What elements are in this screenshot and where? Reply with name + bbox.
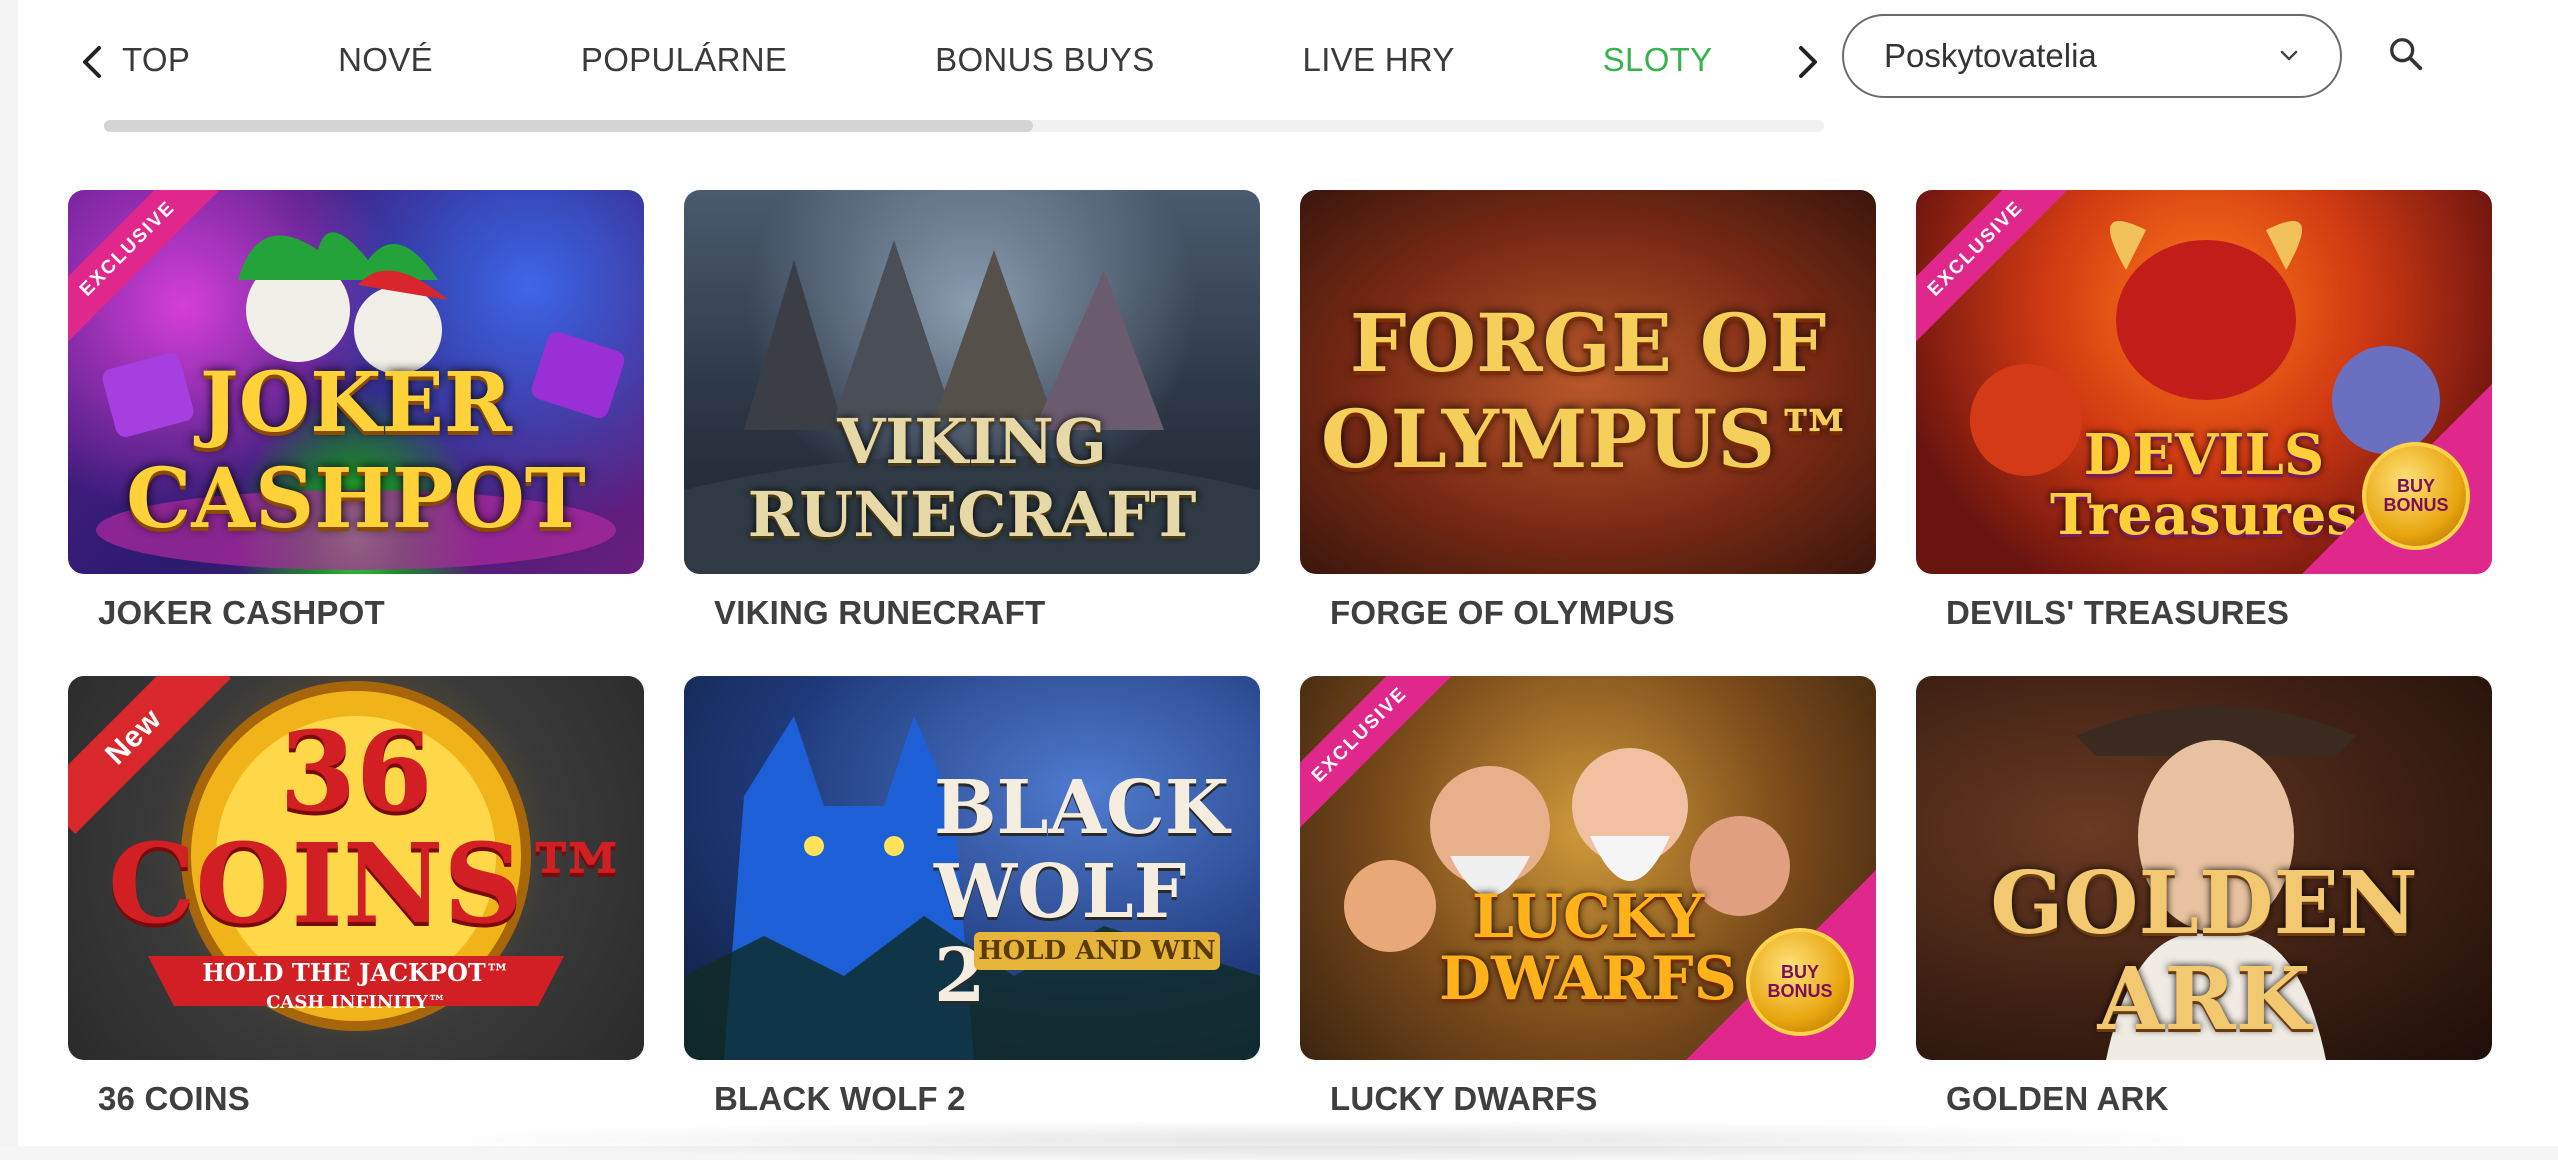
game-title: GOLDEN ARK [1946,1080,2169,1117]
chevron-down-icon [2280,50,2298,61]
tabs-fade [1720,28,1780,92]
game-title: LUCKY DWARFS [1330,1080,1598,1117]
tab-top[interactable]: TOP [122,41,190,79]
game-art-subtitle-2: CASH INFINITY™ [266,992,446,1013]
tabs-scrollbar[interactable] [104,120,1824,132]
buy-bonus-badge: BUY BONUS [1746,928,1854,1036]
provider-dropdown[interactable]: Poskytovatelia [1842,14,2342,98]
game-title: VIKING RUNECRAFT [714,594,1046,631]
category-tabs: TOP NOVÉ POPULÁRNE BONUS BUYS LIVE HRY S… [122,28,1780,92]
game-thumbnail: FORGE OF OLYMPUS™ [1300,190,1876,574]
game-title: FORGE OF OLYMPUS [1330,594,1675,631]
bottom-shadow [398,1120,2258,1160]
game-art-title: BLACK WOLF 2 [934,765,1230,1019]
game-thumbnail: DEVILS Treasures BUY BONUS EXCLUSIVE [1916,190,2492,574]
game-card-devils-treasures[interactable]: DEVILS Treasures BUY BONUS EXCLUSIVE DEV… [1916,190,2492,632]
left-edge-strip [0,0,18,1146]
game-card-forge-of-olympus[interactable]: FORGE OF OLYMPUS™ FORGE OF OLYMPUS [1300,190,1876,632]
search-icon [2390,38,2423,71]
game-card-lucky-dwarfs[interactable]: LUCKY DWARFS BUY BONUS EXCLUSIVE LUCKY D… [1300,676,1876,1118]
tab-nove[interactable]: NOVÉ [338,41,433,79]
game-card-joker-cashpot[interactable]: JOKER CASHPOT EXCLUSIVE JOKER CASHPOT [68,190,644,632]
buy-bonus-badge: BUY BONUS [2362,442,2470,550]
game-art-subtitle: HOLD THE JACKPOT™ [202,958,510,987]
game-art-title: VIKING RUNECRAFT [747,405,1197,551]
game-thumbnail: LUCKY DWARFS BUY BONUS EXCLUSIVE [1300,676,1876,1060]
game-card-36-coins[interactable]: 36 COINS™ HOLD THE JACKPOT™ CASH INFINIT… [68,676,644,1118]
game-art-title: GOLDEN ARK [1990,853,2418,1050]
provider-dropdown-label: Poskytovatelia [1884,37,2097,74]
game-thumbnail: JOKER CASHPOT EXCLUSIVE [68,190,644,574]
game-thumbnail: VIKING RUNECRAFT [684,190,1260,574]
tab-popularne[interactable]: POPULÁRNE [581,41,787,79]
tab-live-hry[interactable]: LIVE HRY [1303,41,1455,79]
nav-scroll-left-button[interactable] [72,38,112,86]
chevron-right-icon [1799,46,1817,78]
game-title: JOKER CASHPOT [98,594,385,631]
chevron-left-icon [83,46,101,78]
game-art-title: FORGE OF OLYMPUS™ [1320,296,1856,486]
game-art-subtitle: HOLD AND WIN [974,932,1220,970]
game-card-golden-ark[interactable]: GOLDEN ARK GOLDEN ARK [1916,676,2492,1118]
game-card-black-wolf-2[interactable]: BLACK WOLF 2 HOLD AND WIN BLACK WOLF 2 [684,676,1260,1118]
game-thumbnail: GOLDEN ARK [1916,676,2492,1060]
game-card-viking-runecraft[interactable]: VIKING RUNECRAFT VIKING RUNECRAFT [684,190,1260,632]
game-title: DEVILS' TREASURES [1946,594,2290,631]
game-thumbnail: BLACK WOLF 2 HOLD AND WIN [684,676,1260,1060]
tab-bonus-buys[interactable]: BONUS BUYS [935,41,1154,79]
search-button[interactable] [2382,30,2430,78]
game-thumbnail: 36 COINS™ HOLD THE JACKPOT™ CASH INFINIT… [68,676,644,1060]
game-title: BLACK WOLF 2 [714,1080,966,1117]
category-nav: TOP NOVÉ POPULÁRNE BONUS BUYS LIVE HRY S… [18,0,2558,132]
casino-games-page: TOP NOVÉ POPULÁRNE BONUS BUYS LIVE HRY S… [18,0,2558,1160]
game-art-title: JOKER CASHPOT [126,355,586,547]
game-title: 36 COINS [98,1080,250,1117]
tab-sloty[interactable]: SLOTY [1603,41,1713,79]
nav-scroll-right-button[interactable] [1788,38,1828,86]
tabs-scrollbar-thumb[interactable] [104,120,1033,132]
